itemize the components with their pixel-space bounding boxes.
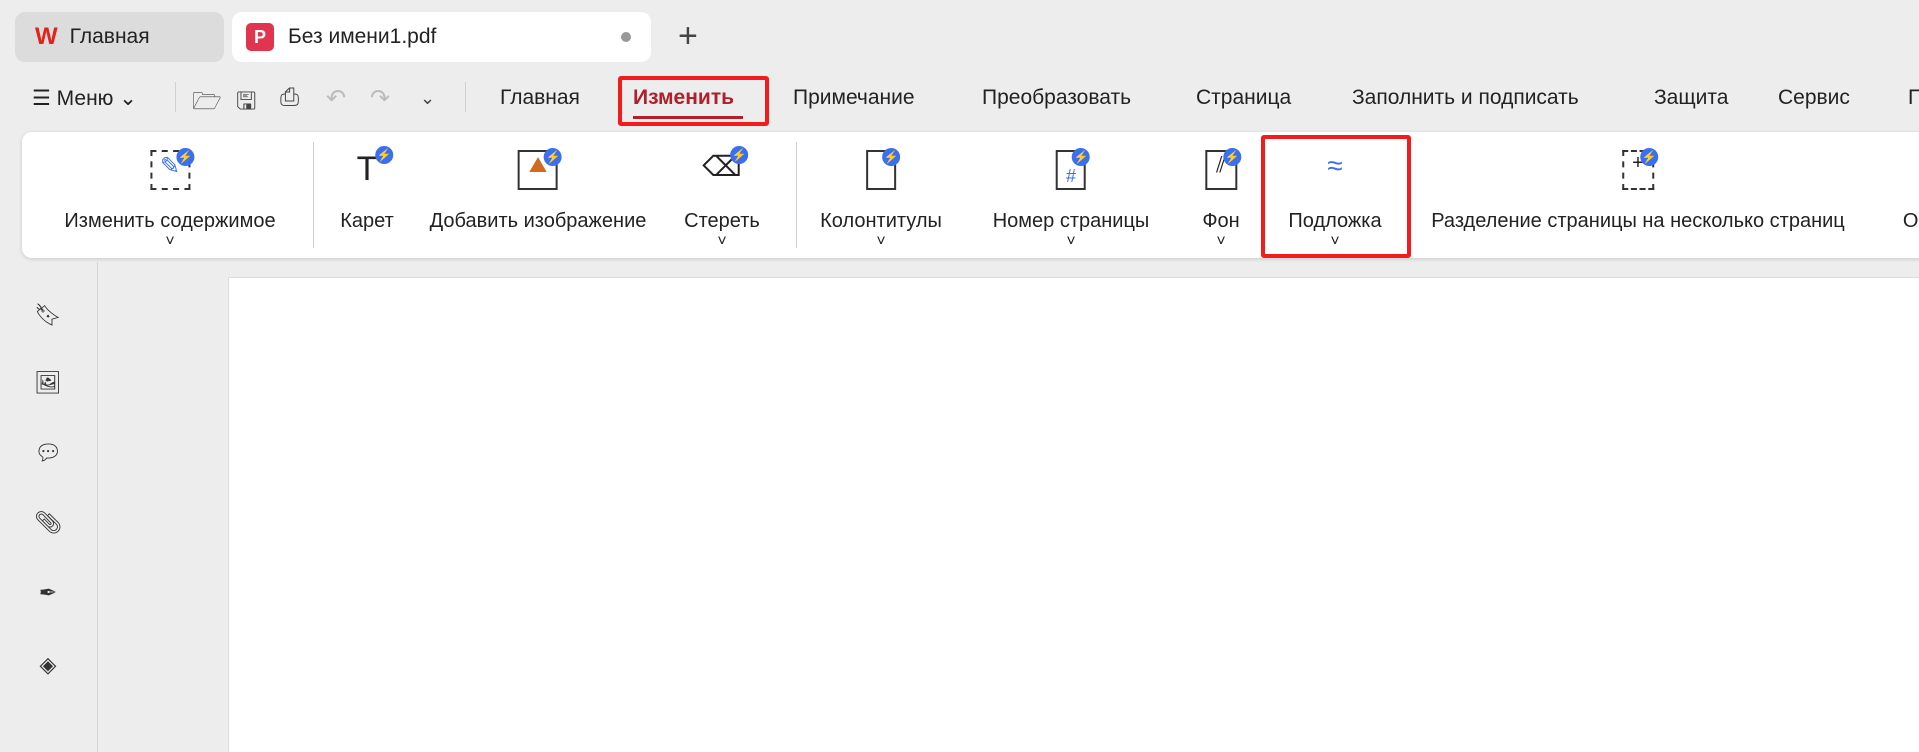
ribbon: ✎ ⚡ Изменить содержимое ˅ T ⚡ Карет ⛰ ⚡ Добави… [22,132,1919,258]
eraser-icon: ⌫ ⚡ [702,146,748,182]
document-page[interactable] [228,277,1919,752]
thumbnail-icon[interactable]: 🖼︎ [34,370,62,398]
left-sidebar: 🔖︎ 🖼︎ 💬︎ 📎︎ ✒︎ ◈ [0,262,98,752]
tab-zashchita[interactable]: Защита [1654,86,1728,110]
tab-preobrazovat[interactable]: Преобразовать [982,86,1131,110]
bookmark-icon[interactable]: 🔖︎ [34,302,62,330]
tab-glavnaya[interactable]: Главная [500,86,580,110]
print-icon[interactable]: ⎙ [280,84,299,112]
page-number-icon: # ⚡ [1055,148,1090,190]
split-page-button[interactable]: + ⚡ Разделение страницы на несколько стран… [1431,132,1845,258]
more-ribbon-button[interactable]: Обр [1902,132,1919,258]
unsaved-dot-icon [621,32,631,42]
page-number-button[interactable]: # ⚡ Номер страницы ˅ [993,132,1149,258]
tab-stranitsa[interactable]: Страница [1196,86,1291,110]
edit-content-icon: ✎ ⚡ [150,148,194,190]
split-page-icon: + ⚡ [1621,148,1658,190]
attachment-icon[interactable]: 📎︎ [34,510,62,538]
wps-logo-icon: W [35,23,58,50]
tab-zapolnit[interactable]: Заполнить и подписать [1352,86,1579,110]
signature-icon[interactable]: ✒︎ [34,580,62,608]
header-footer-button[interactable]: ⚡ Колонтитулы ˅ [820,132,942,258]
text-cursor-icon: T ⚡ [356,146,393,188]
caret-button[interactable]: T ⚡ Карет [340,132,394,258]
more-chevron-icon[interactable]: ⌄ [420,88,435,109]
tab-primechanie[interactable]: Примечание [793,86,915,110]
background-button[interactable]: ⫽ ⚡ Фон ˅ [1202,132,1241,258]
comment-icon[interactable]: 💬︎ [34,440,62,468]
edit-content-button[interactable]: ✎ ⚡ Изменить содержимое ˅ [64,132,276,258]
tab-label: Главная [69,25,150,48]
new-tab-button[interactable]: + [678,16,698,56]
open-icon[interactable]: 🗁 [192,84,222,125]
background-icon: ⫽ ⚡ [1205,148,1241,190]
layers-icon[interactable]: ◈ [34,652,62,680]
header-footer-icon: ⚡ [866,148,900,190]
erase-button[interactable]: ⌫ ⚡ Стереть ˅ [684,132,760,258]
highlight-box [1261,135,1411,258]
tab-servis[interactable]: Сервис [1778,86,1850,110]
image-icon: ⛰ ⚡ [517,148,562,190]
tab-home[interactable]: W Главная [15,12,224,62]
undo-icon[interactable]: ↶ [326,84,346,113]
tab-document[interactable]: P Без имени1.pdf [232,12,651,62]
highlight-box [618,76,769,126]
tab-more[interactable]: П [1908,86,1919,110]
tab-label: Без имени1.pdf [288,25,437,48]
menu-button[interactable]: ☰ Меню ⌄ [32,86,137,111]
pdf-icon: P [246,23,274,51]
add-image-button[interactable]: ⛰ ⚡ Добавить изображение [430,132,646,258]
save-icon[interactable]: 🖫 [236,84,256,125]
redo-icon[interactable]: ↷ [370,84,390,113]
